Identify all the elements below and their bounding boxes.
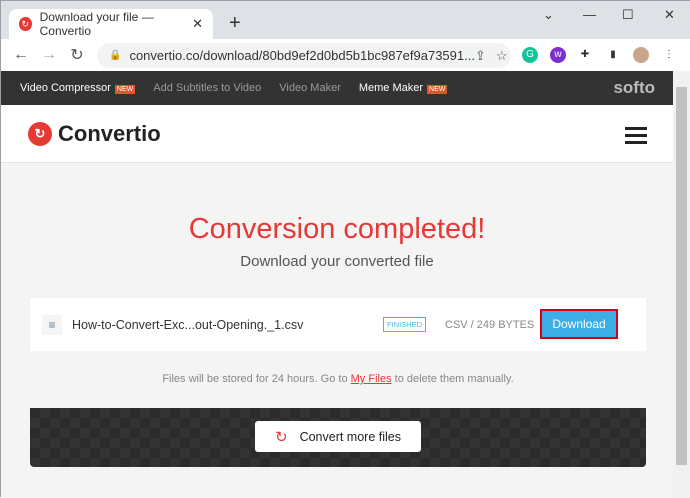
file-icon: ≡ (42, 314, 62, 335)
tab-search-icon[interactable]: ⌄ (543, 7, 554, 23)
softo-logo[interactable]: softo (613, 78, 655, 98)
logo-text: Convertio (58, 121, 161, 146)
hamburger-menu-icon[interactable] (625, 127, 647, 148)
convertio-logo-icon: ↻ (28, 122, 52, 146)
maximize-button[interactable]: ☐ (622, 7, 634, 23)
download-button[interactable]: Download (540, 309, 618, 339)
nav-label: Meme Maker (358, 82, 424, 94)
refresh-icon: ↻ (274, 428, 288, 446)
profile-avatar[interactable] (633, 47, 649, 63)
close-window-button[interactable]: ✕ (664, 7, 675, 23)
info-text: to delete them manually. (391, 373, 514, 385)
convert-more-label: Convert more files (299, 429, 401, 444)
my-files-link[interactable]: My Files (351, 373, 392, 385)
nav-video-compressor[interactable]: Video Compressor NEW (20, 82, 136, 94)
reload-button[interactable]: ↻ (63, 45, 91, 65)
nav-video-maker[interactable]: Video Maker (279, 82, 341, 94)
nav-label: Video Compressor (20, 82, 111, 94)
page-title: Conversion completed! (188, 213, 486, 245)
file-card: ≡ How-to-Convert-Exc...out-Opening._1.cs… (30, 298, 646, 467)
minimize-button[interactable]: — (583, 7, 596, 22)
forward-button[interactable]: → (35, 46, 63, 64)
browser-tab[interactable]: ↻ Download your file — Convertio ✕ (9, 9, 213, 39)
convert-more-section: ↻ Convert more files (30, 408, 646, 467)
site-header: ↻ Convertio (1, 105, 673, 163)
convertio-logo[interactable]: ↻ Convertio (28, 121, 161, 147)
file-size: CSV / 249 BYTES (445, 318, 535, 331)
tab-bar: ↻ Download your file — Convertio ✕ + ⌄ —… (1, 1, 690, 39)
puzzle-extensions-icon[interactable]: ✚ (577, 47, 593, 63)
extension-icon[interactable]: w (550, 47, 566, 63)
new-tab-button[interactable]: + (229, 12, 241, 35)
storage-info: Files will be stored for 24 hours. Go to… (30, 351, 646, 408)
status-badge: FINISHED (383, 317, 427, 332)
address-bar[interactable]: 🔒 convertio.co/download/80bd9ef2d0bd5b1b… (97, 43, 511, 68)
grammarly-icon[interactable]: G (522, 47, 538, 63)
scrollbar-thumb[interactable] (676, 87, 687, 465)
page-subtitle: Download your converted file (240, 253, 434, 270)
nav-add-subtitles[interactable]: Add Subtitles to Video (153, 82, 261, 94)
convert-more-button[interactable]: ↻ Convert more files (255, 421, 421, 452)
browser-toolbar: ← → ↻ 🔒 convertio.co/download/80bd9ef2d0… (1, 39, 690, 71)
lock-icon: 🔒 (109, 50, 122, 61)
file-name: How-to-Convert-Exc...out-Opening._1.csv (72, 317, 304, 332)
tab-title: Download your file — Convertio (39, 10, 154, 38)
side-panel-icon[interactable]: ▮ (605, 47, 621, 63)
top-navigation: Video Compressor NEW Add Subtitles to Vid… (1, 71, 673, 105)
menu-icon[interactable]: ⋮ (661, 47, 677, 63)
convertio-favicon-icon: ↻ (19, 17, 32, 31)
close-tab-icon[interactable]: ✕ (192, 16, 203, 32)
new-badge: NEW (114, 85, 136, 94)
share-bookmark-icons[interactable]: ⇪☆ (475, 48, 518, 64)
info-text: Files will be stored for 24 hours. Go to (162, 373, 351, 385)
url-text: convertio.co/download/80bd9ef2d0bd5b1bc9… (129, 48, 475, 63)
page-content: ↻ Convertio Conversion completed! Downloa… (1, 105, 673, 498)
back-button[interactable]: ← (7, 46, 35, 64)
new-badge: NEW (427, 85, 448, 94)
file-row: ≡ How-to-Convert-Exc...out-Opening._1.cs… (30, 298, 646, 351)
nav-meme-maker[interactable]: Meme Maker NEW (359, 82, 448, 94)
